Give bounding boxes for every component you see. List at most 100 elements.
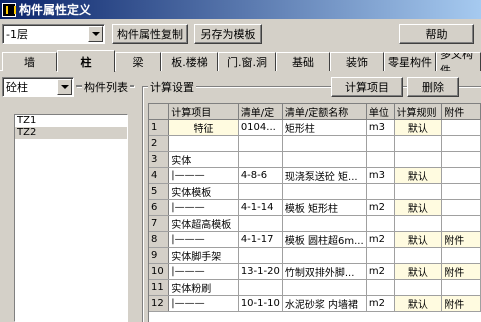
table-cell[interactable]: m2 bbox=[366, 295, 395, 312]
table-cell[interactable]: 模板 矩形柱 bbox=[282, 199, 367, 216]
chevron-down-icon[interactable] bbox=[57, 79, 72, 95]
table-cell[interactable] bbox=[366, 151, 395, 168]
column-header[interactable]: 清单/定 bbox=[238, 104, 283, 120]
table-cell[interactable] bbox=[238, 215, 283, 232]
table-cell[interactable] bbox=[238, 247, 283, 264]
table-cell[interactable]: 默认 bbox=[394, 231, 443, 248]
table-cell[interactable] bbox=[366, 279, 395, 296]
table-cell[interactable] bbox=[366, 135, 395, 152]
table-cell[interactable]: 实体超高模板 bbox=[168, 215, 239, 232]
table-cell[interactable]: 默认 bbox=[394, 167, 443, 184]
calc-grid[interactable]: 计算项目 清单/定 清单/定额名称 单位 计算规则 附件 1 特征 0104... 矩… bbox=[148, 103, 481, 322]
table-cell[interactable] bbox=[282, 135, 367, 152]
table-row[interactable]: 10 |——— 13-1-20 竹制双排外脚... m2 默认 附件 bbox=[149, 263, 481, 280]
table-cell[interactable]: m2 bbox=[366, 263, 395, 280]
table-cell[interactable]: 默认 bbox=[394, 199, 443, 216]
table-cell[interactable]: 附件 bbox=[441, 295, 481, 312]
table-cell[interactable] bbox=[394, 215, 443, 232]
table-cell[interactable] bbox=[394, 183, 443, 200]
table-row[interactable]: 2 bbox=[149, 135, 481, 152]
table-row[interactable]: 4 |——— 4-8-6 现浇泵送砼 矩... m3 默认 bbox=[149, 167, 481, 184]
table-cell[interactable] bbox=[238, 279, 283, 296]
table-cell[interactable]: 实体脚手架 bbox=[168, 247, 239, 264]
table-cell[interactable]: 默认 bbox=[394, 263, 443, 280]
table-cell[interactable] bbox=[441, 119, 481, 136]
delete-button[interactable]: 删除 bbox=[407, 77, 459, 97]
table-cell[interactable]: m3 bbox=[366, 167, 395, 184]
list-item[interactable]: TZ2 bbox=[15, 127, 127, 139]
copy-attributes-button[interactable]: 构件属性复制 bbox=[112, 24, 188, 44]
table-cell[interactable]: |——— bbox=[168, 167, 239, 184]
table-cell[interactable]: 10-1-10 bbox=[238, 295, 283, 312]
tab-column[interactable]: 柱 bbox=[57, 50, 115, 72]
table-cell[interactable]: 4-8-6 bbox=[238, 167, 283, 184]
table-cell[interactable] bbox=[366, 183, 395, 200]
column-header[interactable]: 计算规则 bbox=[394, 104, 443, 120]
table-cell[interactable]: 实体粉刷 bbox=[168, 279, 239, 296]
column-header[interactable]: 计算项目 bbox=[168, 104, 239, 120]
tab-foundation[interactable]: 基础 bbox=[276, 52, 330, 71]
table-cell[interactable] bbox=[441, 215, 481, 232]
table-row[interactable]: 11 实体粉刷 bbox=[149, 279, 481, 296]
table-row[interactable]: 12 |——— 10-1-10 水泥砂浆 内墙裙 m2 默认 附件 bbox=[149, 295, 481, 312]
table-cell[interactable] bbox=[394, 135, 443, 152]
table-cell[interactable]: m2 bbox=[366, 199, 395, 216]
table-cell[interactable] bbox=[238, 183, 283, 200]
table-cell[interactable]: 附件 bbox=[441, 231, 481, 248]
table-cell[interactable] bbox=[282, 215, 367, 232]
table-row[interactable]: 3 实体 bbox=[149, 151, 481, 168]
table-row[interactable]: 9 实体脚手架 bbox=[149, 247, 481, 264]
table-cell[interactable]: 0104... bbox=[238, 119, 283, 136]
table-cell[interactable] bbox=[282, 183, 367, 200]
table-cell[interactable]: m3 bbox=[366, 119, 395, 136]
table-cell[interactable] bbox=[441, 183, 481, 200]
table-cell[interactable]: 13-1-20 bbox=[238, 263, 283, 280]
table-cell[interactable] bbox=[366, 215, 395, 232]
table-cell[interactable] bbox=[238, 135, 283, 152]
component-list[interactable]: TZ1 TZ2 bbox=[14, 114, 128, 322]
table-cell[interactable] bbox=[441, 151, 481, 168]
table-row[interactable]: 7 实体超高模板 bbox=[149, 215, 481, 232]
tab-wall[interactable]: 墙 bbox=[2, 52, 57, 71]
table-cell[interactable] bbox=[441, 135, 481, 152]
floor-select[interactable]: -1层 bbox=[2, 24, 105, 44]
table-cell[interactable]: |——— bbox=[168, 295, 239, 312]
table-cell[interactable]: 实体模板 bbox=[168, 183, 239, 200]
tab-door-window[interactable]: 门.窗.洞 bbox=[218, 52, 276, 71]
component-type-select[interactable]: 砼柱 bbox=[2, 77, 74, 97]
table-cell[interactable]: 矩形柱 bbox=[282, 119, 367, 136]
table-row[interactable]: 6 |——— 4-1-14 模板 矩形柱 m2 默认 bbox=[149, 199, 481, 216]
table-cell[interactable] bbox=[441, 279, 481, 296]
table-cell[interactable]: 默认 bbox=[394, 295, 443, 312]
table-cell[interactable] bbox=[394, 247, 443, 264]
tab-beam[interactable]: 梁 bbox=[115, 52, 161, 71]
table-cell[interactable] bbox=[366, 247, 395, 264]
save-as-template-button[interactable]: 另存为模板 bbox=[194, 24, 262, 44]
table-cell[interactable]: m2 bbox=[366, 231, 395, 248]
table-cell[interactable]: 默认 bbox=[394, 119, 443, 136]
table-cell[interactable] bbox=[394, 279, 443, 296]
table-cell[interactable] bbox=[441, 247, 481, 264]
column-header[interactable]: 清单/定额名称 bbox=[282, 104, 367, 120]
table-cell[interactable]: |——— bbox=[168, 263, 239, 280]
table-row[interactable]: 5 实体模板 bbox=[149, 183, 481, 200]
table-row[interactable]: 8 |——— 4-1-17 模板 圆柱超6m... m2 默认 附件 bbox=[149, 231, 481, 248]
table-row[interactable]: 1 特征 0104... 矩形柱 m3 默认 bbox=[149, 119, 481, 136]
table-cell[interactable]: |——— bbox=[168, 199, 239, 216]
table-cell[interactable]: 竹制双排外脚... bbox=[282, 263, 367, 280]
table-cell[interactable]: 4-1-14 bbox=[238, 199, 283, 216]
chevron-down-icon[interactable] bbox=[88, 26, 103, 42]
table-cell[interactable] bbox=[394, 151, 443, 168]
table-cell[interactable] bbox=[282, 247, 367, 264]
table-cell[interactable]: 水泥砂浆 内墙裙 bbox=[282, 295, 367, 312]
help-button[interactable]: 帮助 bbox=[399, 24, 474, 44]
table-cell[interactable]: 现浇泵送砼 矩... bbox=[282, 167, 367, 184]
calc-item-button[interactable]: 计算项目 bbox=[331, 77, 403, 97]
tab-multi-components[interactable]: 多义构件 bbox=[436, 52, 481, 71]
table-cell[interactable]: 附件 bbox=[441, 263, 481, 280]
table-cell[interactable] bbox=[282, 279, 367, 296]
table-cell[interactable]: 模板 圆柱超6m... bbox=[282, 231, 367, 248]
column-header[interactable]: 附件 bbox=[441, 104, 481, 120]
tab-decoration[interactable]: 装饰 bbox=[330, 52, 384, 71]
column-header[interactable]: 单位 bbox=[366, 104, 395, 120]
